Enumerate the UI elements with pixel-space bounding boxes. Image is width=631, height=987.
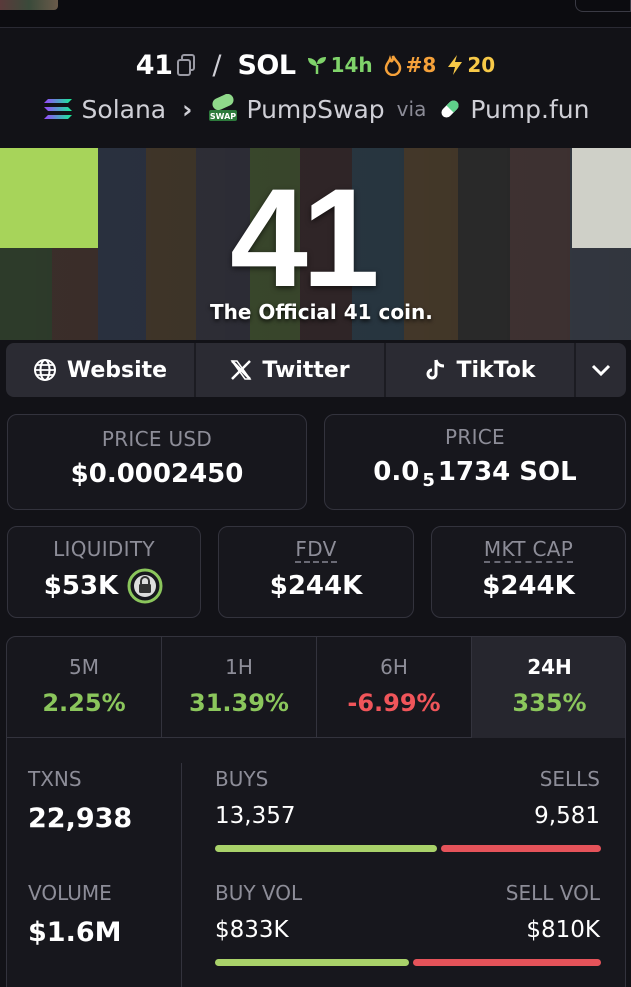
chain-name-link[interactable]: Solana bbox=[82, 95, 167, 124]
price-usd-label: PRICE USD bbox=[101, 427, 213, 451]
top-right-button[interactable] bbox=[575, 0, 631, 12]
sells-label: SELLS bbox=[539, 767, 600, 791]
tab-5m-label: 5M bbox=[69, 655, 99, 679]
price-native-prefix: 0.0 bbox=[373, 457, 420, 487]
tab-5m-change: 2.25% bbox=[42, 689, 126, 717]
buys-ratio-bar bbox=[215, 845, 437, 852]
twitter-label: Twitter bbox=[262, 357, 350, 383]
tab-6h[interactable]: 6H -6.99% bbox=[317, 637, 472, 738]
launchpad-link[interactable]: Pump.fun bbox=[470, 95, 589, 124]
buys-value: 13,357 bbox=[215, 803, 296, 829]
boost-badge[interactable]: 20 bbox=[446, 53, 495, 77]
price-usd-card: PRICE USD $0.0002450 bbox=[7, 414, 307, 510]
trending-rank-badge[interactable]: #8 bbox=[383, 53, 437, 77]
sell-volume-ratio-bar bbox=[413, 959, 601, 966]
volume-value: $1.6M bbox=[28, 917, 122, 948]
liquidity-label: LIQUIDITY bbox=[53, 537, 155, 561]
pair-age-label: 14h bbox=[330, 53, 373, 77]
chain-breadcrumb: Solana › SWAP PumpSwap via Pump.fun bbox=[0, 88, 631, 130]
banner-tagline: The Official 41 coin. bbox=[210, 300, 433, 324]
tab-1h[interactable]: 1H 31.39% bbox=[162, 637, 317, 738]
banner-collage-right bbox=[572, 148, 631, 248]
timeframe-tabs: 5M 2.25% 1H 31.39% 6H -6.99% 24H 335% bbox=[7, 637, 625, 738]
flame-icon bbox=[384, 55, 401, 76]
tab-thumbnail[interactable] bbox=[0, 0, 58, 10]
tiktok-icon bbox=[427, 359, 445, 380]
market-cap-value: $244K bbox=[482, 571, 575, 601]
trending-rank-label: #8 bbox=[405, 53, 437, 77]
price-native-suffix: 1734 SOL bbox=[437, 457, 577, 487]
tiktok-button[interactable]: TikTok bbox=[386, 343, 576, 397]
sell-volume-value: $810K bbox=[526, 917, 600, 943]
price-native-card: PRICE 0.0 5 1734 SOL bbox=[324, 414, 626, 510]
sells-ratio-bar bbox=[441, 845, 601, 852]
buy-volume-ratio-bar bbox=[215, 959, 409, 966]
sells-value: 9,581 bbox=[534, 803, 600, 829]
globe-icon bbox=[33, 359, 56, 381]
pair-quote-symbol: SOL bbox=[237, 49, 296, 81]
pair-separator: / bbox=[212, 49, 222, 81]
chevron-right-icon: › bbox=[182, 94, 193, 124]
txns-value: 22,938 bbox=[28, 803, 133, 834]
market-cap-label[interactable]: MKT CAP bbox=[483, 537, 574, 563]
lock-icon[interactable] bbox=[126, 567, 164, 605]
chevron-down-icon bbox=[591, 364, 611, 377]
txns-label: TXNS bbox=[28, 767, 82, 791]
copy-icon[interactable] bbox=[176, 54, 196, 76]
buy-volume-label: BUY VOL bbox=[215, 881, 303, 905]
via-label: via bbox=[396, 97, 427, 121]
fdv-value: $244K bbox=[269, 571, 363, 601]
pair-base-symbol: 41 bbox=[135, 49, 173, 81]
more-links-button[interactable] bbox=[576, 343, 626, 397]
sprout-icon bbox=[307, 57, 326, 74]
top-strip bbox=[0, 0, 631, 28]
buy-volume-value: $833K bbox=[215, 917, 289, 943]
x-logo-icon bbox=[230, 360, 252, 380]
pair-header: 41 / SOL 14h #8 20 bbox=[0, 44, 631, 86]
fdv-label[interactable]: FDV bbox=[295, 537, 337, 563]
tab-24h[interactable]: 24H 335% bbox=[472, 637, 625, 738]
liquidity-card: LIQUIDITY $53K bbox=[7, 526, 201, 618]
market-cap-card: MKT CAP $244K bbox=[431, 526, 626, 618]
website-button[interactable]: Website bbox=[6, 343, 196, 397]
buys-label: BUYS bbox=[215, 767, 269, 791]
liquidity-value: $53K bbox=[43, 571, 119, 601]
banner-collage-left bbox=[0, 148, 98, 248]
lightning-icon bbox=[448, 55, 463, 75]
tab-1h-label: 1H bbox=[225, 655, 253, 679]
sell-volume-label: SELL VOL bbox=[505, 881, 600, 905]
boost-count: 20 bbox=[467, 53, 496, 77]
tab-24h-change: 335% bbox=[512, 689, 587, 717]
price-native-label: PRICE bbox=[445, 425, 505, 449]
pill-icon bbox=[438, 97, 462, 121]
price-usd-value: $0.0002450 bbox=[70, 459, 244, 489]
pumpswap-icon: SWAP bbox=[208, 94, 238, 124]
token-banner-image: 41 The Official 41 coin. bbox=[0, 148, 631, 340]
tab-24h-label: 24H bbox=[527, 655, 572, 679]
price-native-zeros: 5 bbox=[422, 470, 435, 492]
solana-icon bbox=[42, 97, 74, 121]
tab-6h-change: -6.99% bbox=[347, 689, 441, 717]
stats-panel: 5M 2.25% 1H 31.39% 6H -6.99% 24H 335% TX… bbox=[6, 636, 626, 987]
twitter-button[interactable]: Twitter bbox=[196, 343, 386, 397]
volume-label: VOLUME bbox=[28, 881, 112, 905]
dex-name-link[interactable]: PumpSwap bbox=[246, 95, 384, 124]
pair-age-badge: 14h bbox=[306, 53, 373, 77]
website-label: Website bbox=[66, 357, 168, 383]
fdv-card: FDV $244K bbox=[218, 526, 414, 618]
tiktok-label: TikTok bbox=[456, 357, 536, 383]
swap-badge-text: SWAP bbox=[210, 112, 236, 121]
trade-stats: TXNS 22,938 BUYS 13,357 SELLS 9,581 VOLU… bbox=[7, 739, 625, 987]
stats-divider bbox=[181, 763, 182, 987]
banner-headline: 41 bbox=[230, 159, 380, 316]
price-native-value: 0.0 5 1734 SOL bbox=[325, 457, 625, 491]
tab-6h-label: 6H bbox=[380, 655, 408, 679]
social-links-bar: Website Twitter TikTok bbox=[6, 343, 626, 397]
tab-5m[interactable]: 5M 2.25% bbox=[7, 637, 162, 738]
tab-1h-change: 31.39% bbox=[189, 689, 289, 717]
